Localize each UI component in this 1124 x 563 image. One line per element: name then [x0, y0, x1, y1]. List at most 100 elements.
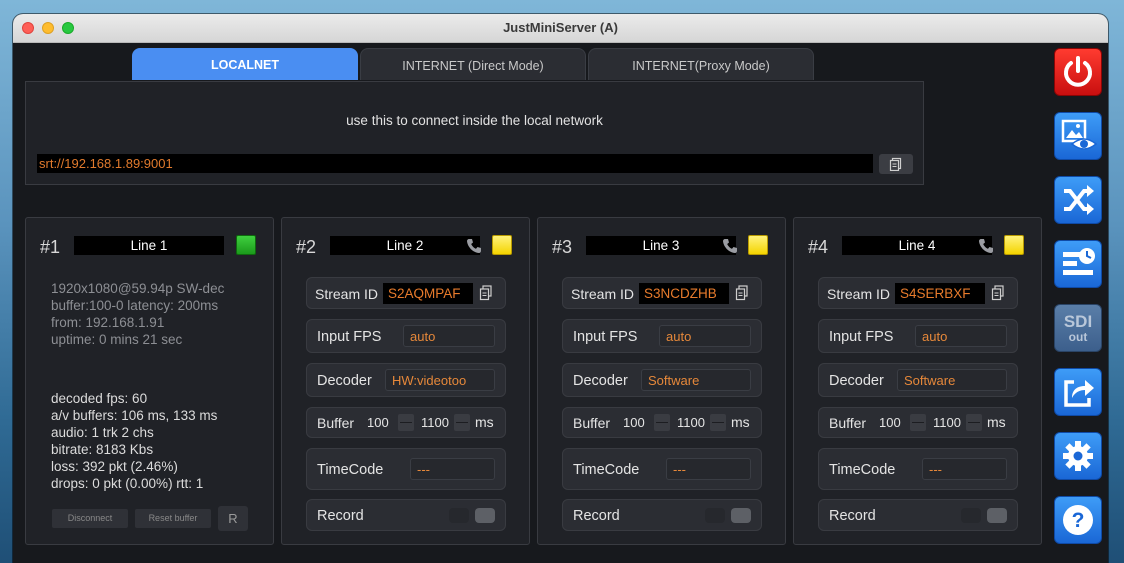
tab-internet-proxy[interactable]: INTERNET(Proxy Mode) — [588, 48, 814, 80]
buffer-row: Buffer 100 1100 ms — [818, 407, 1018, 438]
schedule-icon — [1063, 248, 1095, 275]
status-indicator — [236, 235, 256, 255]
input-fps-label: Input FPS — [573, 329, 638, 345]
record-label: Record — [317, 508, 364, 524]
buffer-max-stepper[interactable] — [710, 414, 726, 431]
stream-id-row: Stream ID S4SERBXF — [818, 277, 1018, 309]
decoder-select[interactable]: Software — [641, 369, 751, 391]
panel-number: #3 — [552, 237, 573, 257]
decoder-row: Decoder Software — [818, 363, 1018, 397]
title-bar: JustMiniServer (A) — [13, 14, 1108, 43]
record-toggle-off[interactable] — [961, 508, 981, 523]
copy-icon — [889, 157, 902, 171]
input-fps-row: Input FPS auto — [562, 319, 762, 353]
input-fps-row: Input FPS auto — [818, 319, 1018, 353]
stream-id-field[interactable]: S2AQMPAF — [383, 283, 473, 304]
svg-text:?: ? — [1072, 509, 1085, 532]
stream-id-field[interactable]: S4SERBXF — [895, 283, 985, 304]
buffer-unit: ms — [987, 414, 1006, 430]
buffer-max-value[interactable]: 1100 — [421, 415, 449, 430]
status-indicator — [492, 235, 512, 255]
buffer-min-value[interactable]: 100 — [367, 415, 389, 430]
copy-icon[interactable] — [735, 285, 749, 301]
phone-icon[interactable] — [721, 237, 739, 255]
sdi-out-button[interactable]: SDI out — [1054, 304, 1102, 352]
phone-icon[interactable] — [977, 237, 995, 255]
buffer-min-stepper[interactable] — [398, 414, 414, 431]
connection-url-field[interactable]: srt://192.168.1.89:9001 — [37, 154, 873, 173]
settings-button[interactable] — [1054, 432, 1102, 480]
stat-line: loss: 392 pkt (2.46%) — [51, 459, 178, 474]
buffer-max-value[interactable]: 1100 — [933, 415, 961, 430]
shuffle-button[interactable] — [1054, 176, 1102, 224]
timecode-field[interactable]: --- — [666, 458, 751, 480]
record-toggle[interactable] — [475, 508, 495, 523]
timecode-row: TimeCode --- — [818, 448, 1018, 490]
decoder-row: Decoder Software — [562, 363, 762, 397]
power-button[interactable] — [1054, 48, 1102, 96]
line-name[interactable]: Line 4 — [842, 236, 992, 255]
decoder-select[interactable]: HW:videotoo — [385, 369, 495, 391]
reset-buffer-button[interactable]: Reset buffer — [135, 509, 211, 528]
decoder-label: Decoder — [829, 373, 884, 389]
share-icon — [1064, 380, 1094, 407]
buffer-min-value[interactable]: 100 — [879, 415, 901, 430]
line-name[interactable]: Line 2 — [330, 236, 480, 255]
timecode-row: TimeCode --- — [562, 448, 762, 490]
line-panel-2: #2 Line 2 Stream ID S2AQMPAF Input FPS a… — [281, 217, 530, 545]
phone-icon[interactable] — [465, 237, 483, 255]
sdi-label: SDI — [1063, 311, 1093, 331]
decoder-select[interactable]: Software — [897, 369, 1007, 391]
stream-id-row: Stream ID S3NCDZHB — [562, 277, 762, 309]
copy-url-button[interactable] — [879, 154, 913, 174]
buffer-max-value[interactable]: 1100 — [677, 415, 705, 430]
copy-icon[interactable] — [991, 285, 1005, 301]
connection-description: use this to connect inside the local net… — [346, 113, 603, 128]
status-indicator — [748, 235, 768, 255]
out-label: out — [1068, 329, 1088, 344]
buffer-min-value[interactable]: 100 — [623, 415, 645, 430]
stat-line: bitrate: 8183 Kbs — [51, 442, 154, 457]
record-row: Record — [562, 499, 762, 531]
line-name[interactable]: Line 1 — [74, 236, 224, 255]
line-panel-1: #1 Line 1 1920x1080@59.94p SW-dec buffer… — [25, 217, 274, 545]
schedule-button[interactable] — [1054, 240, 1102, 288]
help-button[interactable]: ? — [1054, 496, 1102, 544]
record-toggle-off[interactable] — [449, 508, 469, 523]
copy-icon[interactable] — [479, 285, 493, 301]
buffer-unit: ms — [475, 414, 494, 430]
disconnect-button[interactable]: Disconnect — [52, 509, 128, 528]
buffer-max-stepper[interactable] — [454, 414, 470, 431]
tab-localnet[interactable]: LOCALNET — [132, 48, 358, 80]
timecode-label: TimeCode — [573, 462, 640, 478]
info-line: from: 192.168.1.91 — [51, 315, 165, 330]
input-fps-select[interactable]: auto — [659, 325, 751, 347]
line-name[interactable]: Line 3 — [586, 236, 736, 255]
record-toggle[interactable] — [987, 508, 1007, 523]
r-button[interactable]: R — [218, 506, 248, 531]
share-button[interactable] — [1054, 368, 1102, 416]
timecode-field[interactable]: --- — [922, 458, 1007, 480]
decoder-row: Decoder HW:videotoo — [306, 363, 506, 397]
buffer-min-stepper[interactable] — [910, 414, 926, 431]
timecode-row: TimeCode --- — [306, 448, 506, 490]
info-line: uptime: 0 mins 21 sec — [51, 332, 183, 347]
decoder-label: Decoder — [317, 373, 372, 389]
timecode-field[interactable]: --- — [410, 458, 495, 480]
stream-id-field[interactable]: S3NCDZHB — [639, 283, 729, 304]
stream-id-label: Stream ID — [571, 286, 635, 302]
image-preview-icon — [1061, 119, 1098, 150]
connection-panel: use this to connect inside the local net… — [25, 81, 924, 185]
buffer-min-stepper[interactable] — [654, 414, 670, 431]
record-toggle-off[interactable] — [705, 508, 725, 523]
input-fps-select[interactable]: auto — [915, 325, 1007, 347]
preview-button[interactable] — [1054, 112, 1102, 160]
buffer-unit: ms — [731, 414, 750, 430]
stat-line: a/v buffers: 106 ms, 133 ms — [51, 408, 218, 423]
input-fps-row: Input FPS auto — [306, 319, 506, 353]
tab-internet-direct[interactable]: INTERNET (Direct Mode) — [360, 48, 586, 80]
input-fps-select[interactable]: auto — [403, 325, 495, 347]
record-row: Record — [818, 499, 1018, 531]
buffer-max-stepper[interactable] — [966, 414, 982, 431]
record-toggle[interactable] — [731, 508, 751, 523]
